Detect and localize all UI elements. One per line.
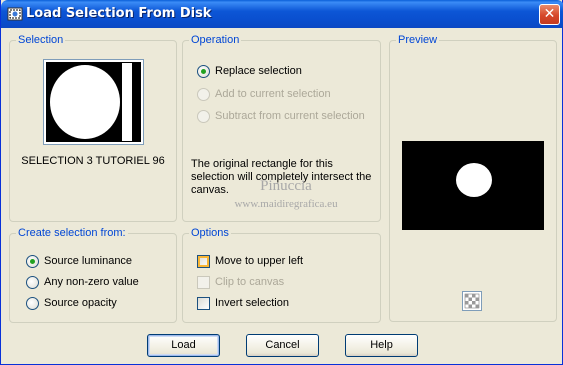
- checkbox[interactable]: [197, 254, 210, 268]
- operation-group-label: Operation: [189, 34, 242, 46]
- checkbox-invert-selection-label: Invert selection: [215, 297, 289, 309]
- radio-replace-label: Replace selection: [215, 65, 302, 77]
- selection-app-icon: [7, 6, 23, 22]
- radio-any-nonzero[interactable]: Any non-zero value: [26, 274, 139, 290]
- selection-name: SELECTION 3 TUTORIEL 96: [21, 155, 165, 167]
- close-button[interactable]: ✕: [539, 4, 560, 25]
- checkbox-move-upper-left[interactable]: Move to upper left: [197, 253, 303, 269]
- title-bar[interactable]: Load Selection From Disk ✕: [1, 0, 563, 28]
- radio-any-nonzero-label: Any non-zero value: [44, 276, 139, 288]
- checkbox[interactable]: [197, 296, 210, 310]
- checkbox-invert-selection[interactable]: Invert selection: [197, 295, 289, 311]
- options-group-label: Options: [189, 227, 231, 239]
- transparency-checker-button[interactable]: [462, 291, 482, 311]
- radio-source-luminance[interactable]: Source luminance: [26, 253, 132, 269]
- window-title: Load Selection From Disk: [26, 6, 212, 21]
- radio-button: [197, 87, 210, 101]
- create-selection-group-label: Create selection from:: [16, 227, 128, 239]
- preview-image: [402, 141, 544, 230]
- radio-add-selection: Add to current selection: [197, 86, 331, 102]
- selection-thumbnail-image: [46, 62, 141, 142]
- cancel-button[interactable]: Cancel: [246, 334, 319, 357]
- radio-button[interactable]: [26, 275, 39, 289]
- close-icon: ✕: [543, 6, 556, 22]
- radio-subtract-selection: Subtract from current selection: [197, 108, 365, 124]
- preview-group-label: Preview: [396, 34, 440, 46]
- load-button[interactable]: Load: [147, 334, 220, 357]
- help-button[interactable]: Help: [345, 334, 418, 357]
- watermark-url: www.maidiregrafica.eu: [234, 198, 338, 210]
- selection-group-label: Selection: [16, 34, 66, 46]
- checkbox-clip-to-canvas: Clip to canvas: [197, 274, 284, 290]
- dialog-window: Load Selection From Disk ✕ Selection SEL…: [0, 0, 563, 365]
- radio-button: [197, 109, 210, 123]
- watermark-name: Pinuccia: [260, 178, 312, 194]
- radio-source-luminance-label: Source luminance: [44, 255, 133, 267]
- transparency-checker-icon: [463, 292, 481, 310]
- radio-button[interactable]: [26, 296, 39, 310]
- radio-subtract-label: Subtract from current selection: [215, 110, 365, 122]
- radio-replace-selection[interactable]: Replace selection: [197, 63, 302, 79]
- radio-add-label: Add to current selection: [215, 88, 331, 100]
- checkbox-clip-to-canvas-label: Clip to canvas: [215, 276, 285, 288]
- radio-button[interactable]: [197, 64, 210, 78]
- checkbox-move-upper-left-label: Move to upper left: [215, 255, 304, 267]
- radio-button[interactable]: [26, 254, 39, 268]
- checkbox: [197, 275, 210, 289]
- radio-source-opacity-label: Source opacity: [44, 297, 117, 309]
- radio-source-opacity[interactable]: Source opacity: [26, 295, 117, 311]
- selection-thumbnail[interactable]: [43, 59, 144, 145]
